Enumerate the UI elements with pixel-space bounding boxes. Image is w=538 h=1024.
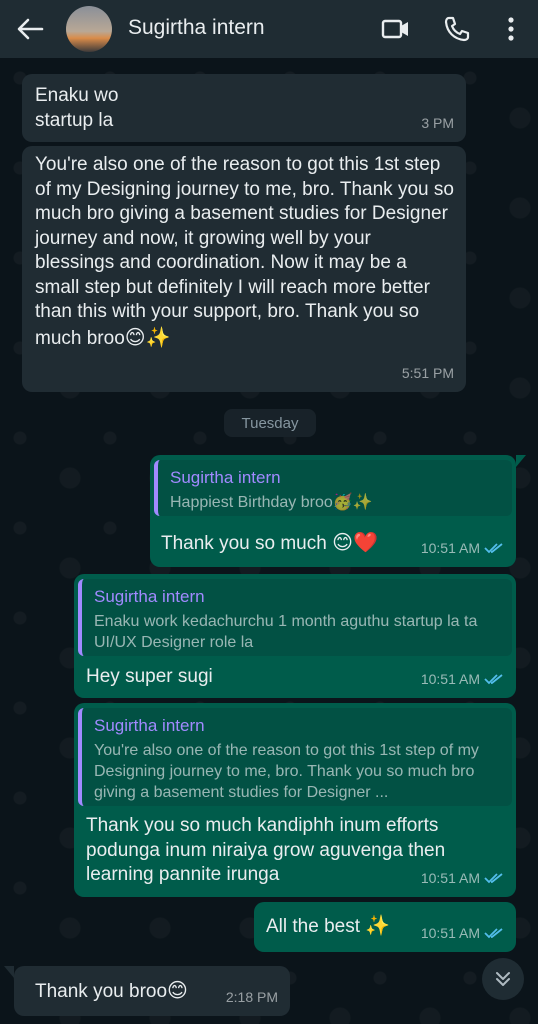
quoted-reply[interactable]: Sugirtha intern Enaku work kedachurchu 1…	[78, 579, 512, 656]
quoted-sender: Sugirtha intern	[170, 468, 281, 487]
incoming-message[interactable]: Enaku wo startup la 3 PM	[22, 74, 466, 142]
quoted-text: Happiest Birthday broo🥳✨	[170, 494, 373, 511]
outgoing-message[interactable]: All the best ✨ 10:51 AM	[254, 902, 516, 952]
message-time: 10:51 AM	[421, 866, 504, 891]
smile-sparkles-emoji: 😊✨	[124, 324, 171, 349]
smile-heart-emoji: 😊❤️	[332, 530, 378, 554]
day-separator: Tuesday	[224, 409, 316, 437]
incoming-message[interactable]: You're also one of the reason to got thi…	[22, 146, 466, 392]
chat-header: Sugirtha intern	[0, 0, 538, 58]
message-time: 3 PM	[421, 114, 454, 131]
incoming-message[interactable]: Thank you broo😊 2:18 PM	[14, 966, 290, 1016]
message-time: 5:51 PM	[401, 364, 454, 381]
message-text: Thank you so much 😊❤️	[161, 530, 378, 554]
smile-emoji: 😊	[167, 978, 188, 1002]
double-chevron-down-icon	[496, 972, 510, 986]
message-text: Thank you broo😊	[35, 978, 188, 1002]
outgoing-message[interactable]: Sugirtha intern You're also one of the r…	[74, 703, 516, 897]
message-text: You're also one of the reason to got thi…	[35, 154, 454, 349]
message-time: 10:51 AM	[421, 667, 504, 692]
scroll-to-bottom-button[interactable]	[482, 958, 524, 1000]
message-time: 10:51 AM	[421, 536, 504, 561]
message-time: 2:18 PM	[225, 988, 278, 1005]
bubble-tail	[516, 455, 526, 467]
sparkles-emoji: ✨	[365, 913, 391, 937]
quoted-sender: Sugirtha intern	[94, 716, 205, 735]
quoted-sender: Sugirtha intern	[94, 587, 205, 606]
message-time: 10:51 AM	[421, 921, 504, 946]
read-ticks-icon	[484, 674, 503, 685]
video-call-icon[interactable]	[381, 14, 411, 44]
outgoing-message[interactable]: Sugirtha intern Happiest Birthday broo🥳✨…	[150, 455, 516, 567]
quoted-text: You're also one of the reason to got thi…	[94, 742, 479, 801]
read-ticks-icon	[484, 928, 503, 939]
message-text: Hey super sugi	[86, 666, 213, 687]
message-text-line: Enaku wo	[35, 85, 119, 106]
avatar[interactable]	[66, 6, 112, 52]
read-ticks-icon	[484, 543, 503, 554]
quoted-reply[interactable]: Sugirtha intern Happiest Birthday broo🥳✨	[154, 460, 512, 516]
more-options-icon[interactable]	[496, 14, 526, 44]
back-arrow-icon[interactable]	[14, 14, 46, 44]
bubble-tail	[4, 966, 14, 978]
contact-name[interactable]: Sugirtha intern	[128, 16, 265, 40]
quoted-text: Enaku work kedachurchu 1 month aguthu st…	[94, 613, 478, 651]
quoted-reply[interactable]: Sugirtha intern You're also one of the r…	[78, 708, 512, 806]
voice-call-icon[interactable]	[442, 14, 472, 44]
read-ticks-icon	[484, 873, 503, 884]
message-text: All the best ✨	[266, 913, 391, 937]
outgoing-message[interactable]: Sugirtha intern Enaku work kedachurchu 1…	[74, 574, 516, 698]
message-text-line: startup la	[35, 110, 114, 131]
